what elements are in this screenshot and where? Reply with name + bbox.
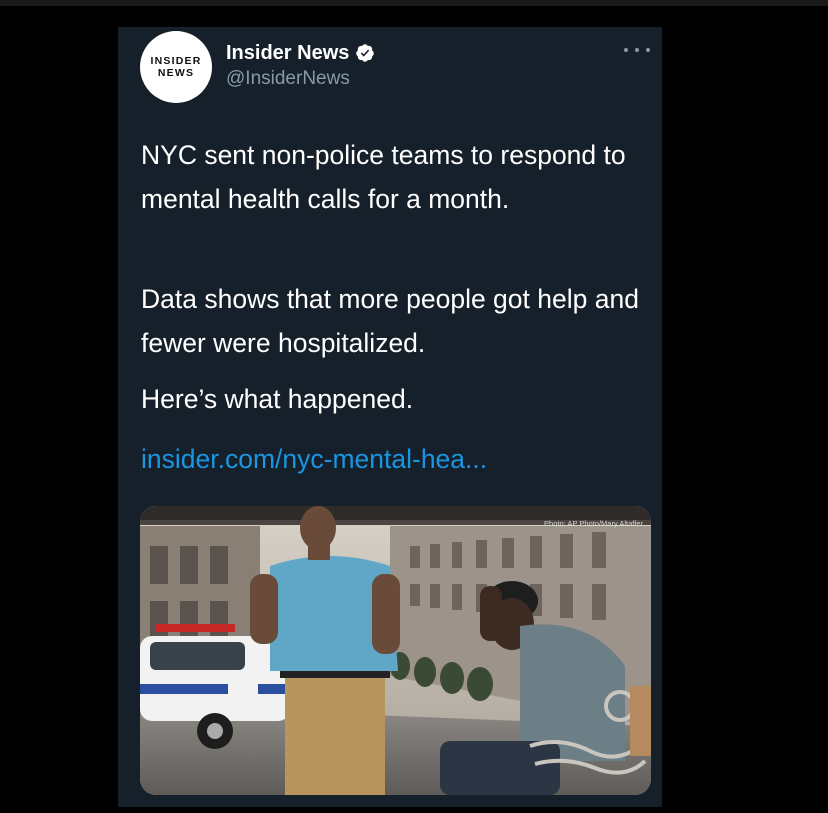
article-link[interactable]: insider.com/nyc-mental-hea... bbox=[141, 437, 487, 481]
author-name-row[interactable]: Insider News bbox=[226, 41, 375, 65]
tweet-card[interactable]: INSIDER NEWS Insider News @InsiderNews N… bbox=[118, 27, 662, 807]
more-horizontal-icon bbox=[624, 48, 628, 52]
tweet-text-paragraph: Here’s what happened. bbox=[141, 384, 414, 414]
avatar-text-line1: INSIDER bbox=[150, 55, 202, 67]
avatar-text-line2: NEWS bbox=[157, 67, 195, 79]
street-scene-image bbox=[140, 506, 651, 795]
tweet-photo[interactable]: Photo: AP Photo/Mary Altaffer bbox=[140, 506, 651, 795]
more-horizontal-icon bbox=[646, 48, 650, 52]
handle[interactable]: @InsiderNews bbox=[226, 68, 350, 90]
tweet-text-paragraph: Data shows that more people got help and… bbox=[141, 284, 639, 358]
more-options-button[interactable] bbox=[624, 43, 650, 57]
top-divider bbox=[0, 0, 828, 6]
display-name[interactable]: Insider News bbox=[226, 42, 349, 65]
more-horizontal-icon bbox=[635, 48, 639, 52]
avatar[interactable]: INSIDER NEWS bbox=[140, 31, 212, 103]
photo-credit: Photo: AP Photo/Mary Altaffer bbox=[544, 519, 643, 528]
tweet-text-paragraph: NYC sent non-police teams to respond to … bbox=[141, 140, 626, 214]
verified-badge-icon bbox=[355, 43, 375, 63]
